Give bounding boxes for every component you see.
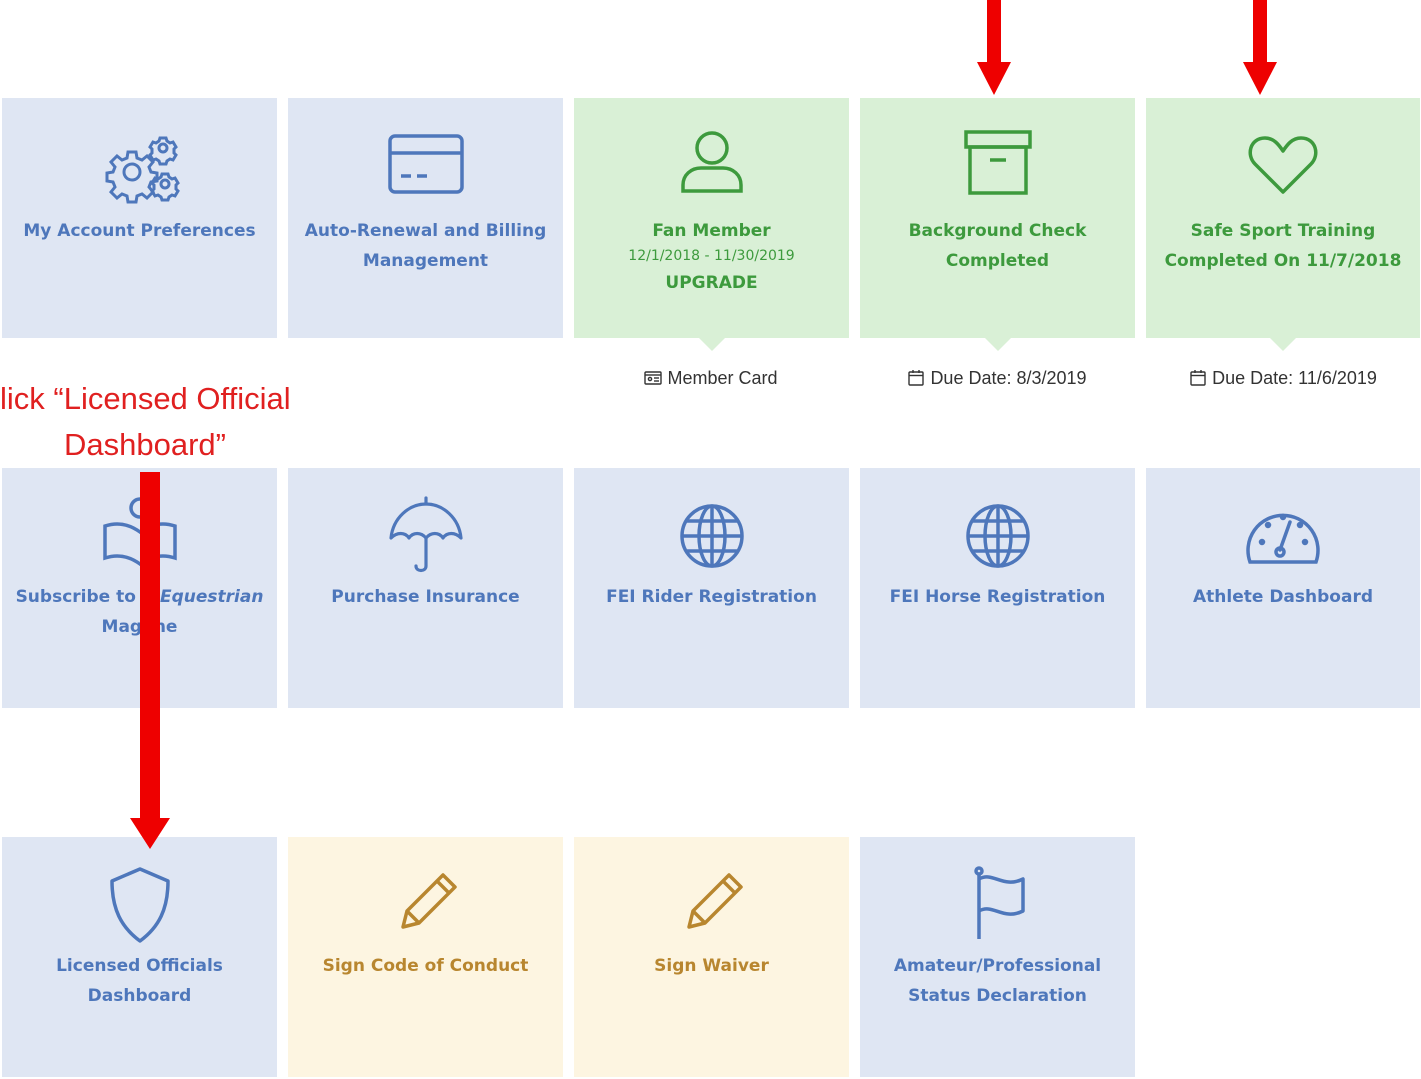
tile-fei-rider-registration[interactable]: FEI Rider Registration: [574, 468, 849, 708]
member-card-label: Member Card: [667, 367, 778, 388]
credit-card-icon: [387, 134, 464, 194]
globe-icon: [679, 504, 744, 568]
tile-pointer: [1269, 337, 1297, 351]
membership-dates: 12/1/2018 - 11/30/2019: [628, 248, 795, 264]
callout-line: Dashboard”: [64, 427, 226, 462]
tile-fan-member[interactable]: Fan Member 12/1/2018 - 11/30/2019 UPGRAD…: [574, 98, 849, 351]
tile-my-account-preferences[interactable]: My Account Preferences: [2, 98, 277, 338]
member-card-link[interactable]: Member Card: [574, 366, 848, 390]
tile-label: Auto-Renewal and Billing: [304, 221, 547, 241]
tile-label: Safe Sport Training: [1190, 221, 1376, 241]
globe-icon: [965, 504, 1030, 568]
tile-label: Status Declaration: [908, 986, 1087, 1006]
annotation-arrow-licensed-officials: [130, 472, 170, 849]
due-date-label: Due Date: 11/6/2019: [1212, 367, 1377, 388]
tile-label: Management: [362, 251, 489, 271]
tile-label: Fan Member: [652, 221, 771, 241]
pencil-icon: [400, 873, 457, 929]
tile-label-prefix: Subscribe to: [15, 587, 142, 607]
tile-pointer: [697, 337, 726, 351]
tile-auto-renewal-billing[interactable]: Auto-Renewal and Billing Management: [288, 98, 563, 338]
umbrella-icon: [388, 496, 463, 573]
tile-label: Purchase Insurance: [331, 587, 520, 607]
due-date-label: Due Date: 8/3/2019: [930, 367, 1087, 388]
tile-pointer: [983, 337, 1012, 351]
background-check-due-date: Due Date: 8/3/2019: [860, 366, 1134, 390]
shield-icon: [109, 867, 170, 943]
safe-sport-due-date: Due Date: 11/6/2019: [1146, 366, 1420, 390]
gears-icon: [105, 136, 180, 204]
tile-label: Sign Code of Conduct: [322, 956, 529, 976]
tile-label: Amateur/Professional: [893, 956, 1102, 976]
tile-label: Completed On 11/7/2018: [1164, 251, 1402, 271]
tile-label: My Account Preferences: [23, 221, 256, 241]
archive-box-icon: [963, 130, 1032, 195]
tile-safe-sport-training[interactable]: Safe Sport Training Completed On 11/7/20…: [1146, 98, 1420, 351]
upgrade-link[interactable]: UPGRADE: [665, 266, 757, 300]
calendar-icon: [908, 370, 925, 386]
tile-background-check[interactable]: Background Check Completed: [860, 98, 1135, 351]
tile-label: Licensed Officials: [56, 956, 223, 976]
user-icon: [680, 131, 743, 193]
calendar-icon: [1190, 370, 1206, 386]
tile-sign-waiver[interactable]: Sign Waiver: [574, 837, 849, 1077]
flag-icon: [973, 866, 1025, 939]
annotation-arrow-safe-sport: [1243, 0, 1277, 95]
tile-label: Completed: [945, 251, 1050, 271]
tile-sign-code-of-conduct[interactable]: Sign Code of Conduct: [288, 837, 563, 1077]
tile-label: FEI Rider Registration: [606, 587, 817, 607]
pencil-icon: [686, 873, 743, 929]
tile-purchase-insurance[interactable]: Purchase Insurance: [288, 468, 563, 708]
callout-line: lick “Licensed Official: [0, 381, 291, 416]
instruction-callout: lick “Licensed Official Dashboard”: [0, 376, 320, 468]
tile-label: FEI Horse Registration: [889, 587, 1106, 607]
speedometer-icon: [1246, 513, 1320, 564]
tile-amateur-professional-status[interactable]: Amateur/Professional Status Declaration: [860, 837, 1135, 1077]
tile-fei-horse-registration[interactable]: FEI Horse Registration: [860, 468, 1135, 708]
tile-label: Sign Waiver: [654, 956, 769, 976]
tile-athlete-dashboard[interactable]: Athlete Dashboard: [1146, 468, 1420, 708]
tile-label: Athlete Dashboard: [1193, 587, 1373, 607]
tile-label: Dashboard: [87, 986, 192, 1006]
id-card-icon: [644, 371, 663, 385]
tile-licensed-officials-dashboard[interactable]: Licensed Officials Dashboard: [2, 837, 277, 1077]
annotation-arrow-background-check: [977, 0, 1011, 95]
heart-icon: [1248, 136, 1318, 194]
tile-label: Background Check: [908, 221, 1087, 241]
